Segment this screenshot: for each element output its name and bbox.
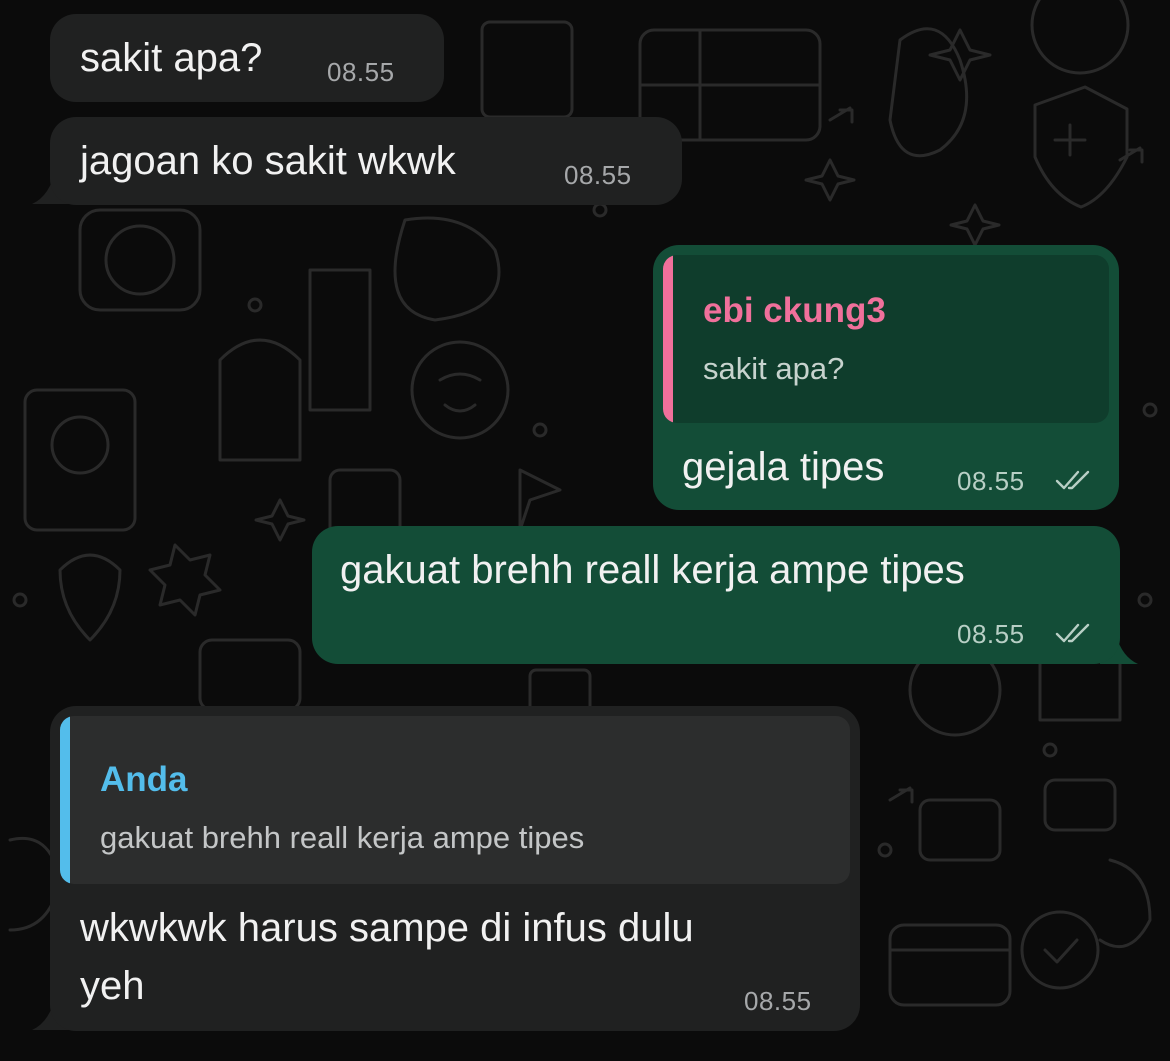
quote-accent-bar <box>60 716 70 884</box>
message-timestamp: 08.55 <box>744 986 812 1016</box>
message-bubble-incoming[interactable]: sakit apa? 08.55 <box>50 14 444 102</box>
message-timestamp: 08.55 <box>957 619 1025 649</box>
message-text: gakuat brehh reall kerja ampe tipes <box>340 548 965 592</box>
quote-text: gakuat brehh reall kerja ampe tipes <box>100 820 585 855</box>
quoted-message[interactable]: ebi ckung3 sakit apa? <box>663 255 1109 423</box>
message-text: gejala tipes <box>682 445 885 489</box>
message-timestamp: 08.55 <box>564 160 632 190</box>
message-bubble-outgoing[interactable]: gakuat brehh reall kerja ampe tipes 08.5… <box>312 526 1120 664</box>
message-text: sakit apa? <box>80 36 263 80</box>
double-check-icon <box>1055 623 1090 643</box>
quote-author: ebi ckung3 <box>703 291 886 330</box>
double-check-icon <box>1055 470 1090 490</box>
quoted-message[interactable]: Anda gakuat brehh reall kerja ampe tipes <box>60 716 850 884</box>
message-text-line-1: wkwkwk harus sampe di infus dulu <box>80 906 694 950</box>
message-text-line-2: yeh <box>80 964 145 1008</box>
message-timestamp: 08.55 <box>327 57 395 87</box>
message-bubble-incoming[interactable]: Anda gakuat brehh reall kerja ampe tipes… <box>50 706 860 1031</box>
quote-accent-bar <box>663 255 673 423</box>
message-bubble-incoming[interactable]: jagoan ko sakit wkwk 08.55 <box>50 117 682 205</box>
quote-author: Anda <box>100 760 188 799</box>
quote-text: sakit apa? <box>703 351 845 386</box>
message-text: jagoan ko sakit wkwk <box>80 139 456 183</box>
message-bubble-outgoing[interactable]: ebi ckung3 sakit apa? gejala tipes 08.55 <box>653 245 1119 510</box>
message-timestamp: 08.55 <box>957 466 1025 496</box>
